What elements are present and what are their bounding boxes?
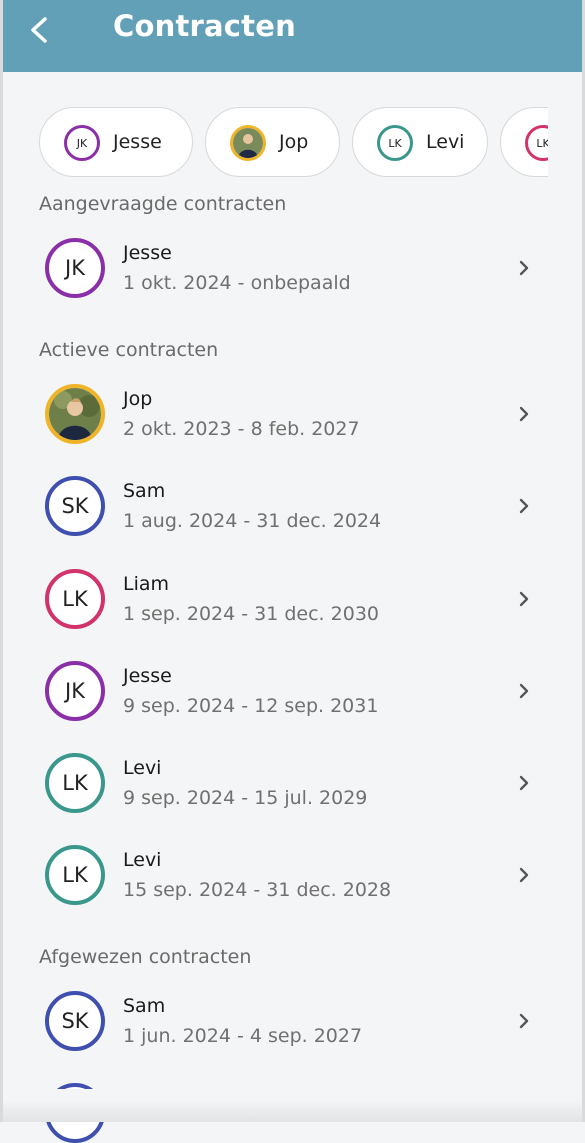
child-photo-icon <box>233 128 263 158</box>
child-name: Jesse <box>123 242 172 264</box>
chevron-right-icon <box>519 406 529 422</box>
chevron-right-icon <box>519 775 529 791</box>
contract-row[interactable]: JK Jesse 9 sep. 2024 - 12 sep. 2031 <box>3 647 582 739</box>
contract-row[interactable]: LK Levi 9 sep. 2024 - 15 jul. 2029 <box>3 739 582 831</box>
chip-levi[interactable]: LK Levi <box>352 107 488 177</box>
contract-period: 1 jun. 2024 - 4 sep. 2027 <box>123 1025 363 1047</box>
section-title-requested: Aangevraagde contracten <box>39 193 287 215</box>
back-arrow-icon[interactable] <box>25 14 55 46</box>
page-title: Contracten <box>113 9 296 43</box>
contract-period: 1 sep. 2024 - 31 dec. 2030 <box>123 603 379 625</box>
contract-row[interactable]: SK Sam 1 aug. 2024 - 31 dec. 2024 <box>3 462 582 554</box>
chip-label: Jesse <box>113 131 162 153</box>
bottom-bar-shadow <box>3 1100 582 1122</box>
avatar: SK <box>45 991 105 1051</box>
avatar: LK <box>45 845 105 905</box>
chevron-right-icon <box>519 591 529 607</box>
chevron-right-icon <box>519 1013 529 1029</box>
avatar: JK <box>45 661 105 721</box>
contract-period: 9 sep. 2024 - 15 jul. 2029 <box>123 787 368 809</box>
chevron-right-icon <box>519 867 529 883</box>
chip-label: Levi <box>426 131 465 153</box>
avatar: JK <box>45 238 105 298</box>
contract-row[interactable]: LK Levi 15 sep. 2024 - 31 dec. 2028 <box>3 831 582 923</box>
child-name: Jop <box>123 388 153 410</box>
contract-period: 15 sep. 2024 - 31 dec. 2028 <box>123 879 392 901</box>
chevron-right-icon <box>519 498 529 514</box>
child-name: Liam <box>123 573 170 595</box>
child-name: Levi <box>123 757 162 779</box>
contract-period: 1 aug. 2024 - 31 dec. 2024 <box>123 510 382 532</box>
contract-row[interactable]: JK Jesse 1 okt. 2024 - onbepaald <box>3 224 582 316</box>
contract-period: 9 sep. 2024 - 12 sep. 2031 <box>123 695 379 717</box>
chip-jesse[interactable]: JK Jesse <box>39 107 193 177</box>
chip-avatar: LK <box>377 125 413 161</box>
contract-row[interactable]: LK Liam 1 sep. 2024 - 31 dec. 2030 <box>3 555 582 647</box>
chip-avatar: JK <box>64 125 100 161</box>
child-photo-icon <box>49 388 101 440</box>
app-header: Contracten <box>3 0 582 72</box>
chip-avatar: LK <box>525 125 548 161</box>
child-name: Sam <box>123 480 166 502</box>
contract-period: 2 okt. 2023 - 8 feb. 2027 <box>123 418 360 440</box>
contract-row[interactable]: Jop 2 okt. 2023 - 8 feb. 2027 <box>3 370 582 462</box>
avatar-photo <box>45 384 105 444</box>
chevron-right-icon <box>519 683 529 699</box>
chip-liam[interactable]: LK <box>500 107 548 177</box>
section-title-rejected: Afgewezen contracten <box>39 946 252 968</box>
contract-period: 1 okt. 2024 - onbepaald <box>123 272 351 294</box>
avatar: LK <box>45 569 105 629</box>
avatar: LK <box>45 753 105 813</box>
chip-jop[interactable]: Jop <box>205 107 340 177</box>
child-filter-chips[interactable]: JK Jesse Jop LK Levi LK <box>39 107 548 179</box>
avatar: SK <box>45 476 105 536</box>
section-title-active: Actieve contracten <box>39 339 219 361</box>
child-name: Jesse <box>123 665 172 687</box>
chip-avatar-photo <box>230 125 266 161</box>
child-name: Sam <box>123 995 166 1017</box>
contract-row[interactable]: SK Sam 1 jun. 2024 - 4 sep. 2027 <box>3 977 582 1069</box>
chip-label: Jop <box>279 131 309 153</box>
child-name: Levi <box>123 849 162 871</box>
chevron-right-icon <box>519 260 529 276</box>
